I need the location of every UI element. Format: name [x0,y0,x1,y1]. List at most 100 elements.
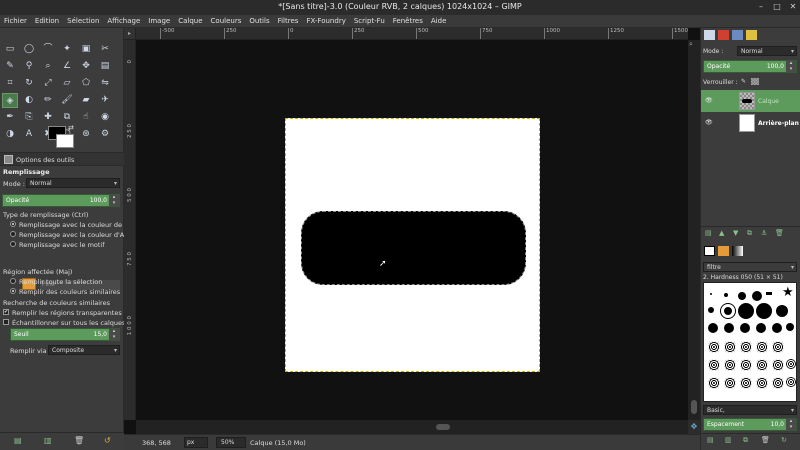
menu-fen-tres[interactable]: Fenêtres [389,15,427,25]
layer-opacity-spinner-icon[interactable]: ▴ ▾ [786,60,796,72]
move-icon[interactable]: ✥ [78,59,94,74]
brush-thumbnail[interactable] [786,377,796,387]
brush-thumbnail[interactable] [708,341,720,353]
restore-options-icon[interactable]: ▥ [44,436,52,445]
brush-thumbnail[interactable] [772,341,784,353]
eye-icon[interactable]: 👁 [705,119,713,126]
opacity-slider[interactable]: Opacité 100,0 ▴ ▾ [2,194,120,207]
brush-thumbnail[interactable] [708,359,720,371]
brush-thumbnail[interactable] [786,359,796,369]
channels-tab-icon[interactable] [718,30,729,40]
warp-icon[interactable]: ⊛ [78,127,94,142]
background-color[interactable] [56,134,74,148]
paths-tab-icon[interactable] [732,30,743,40]
brush-thumbnail[interactable] [772,377,784,389]
paths-icon[interactable]: ✎ [2,59,18,74]
image-canvas[interactable]: ➚ [285,118,540,372]
zoom-combo[interactable]: 50% [216,437,246,448]
menu-edition[interactable]: Edition [31,15,63,25]
airbrush-icon[interactable]: ✈ [97,93,113,108]
smudge-icon[interactable]: ☝ [78,110,94,125]
flip-icon[interactable]: ⇋ [97,76,113,91]
vertical-scrollbar[interactable]: ⌕ [688,40,700,420]
brush-thumbnail[interactable] [756,359,768,371]
maximize-button[interactable]: □ [772,2,782,11]
dodge-burn-icon[interactable]: ◑ [2,127,18,142]
bucket-fill-icon[interactable]: ◈ [2,93,18,108]
menu-script-fu[interactable]: Script-Fu [350,15,389,25]
brush-preset-combo[interactable]: Basic, ▾ [703,405,797,415]
brush-thumbnail[interactable] [756,341,768,353]
vertical-scroll-thumb[interactable] [691,400,697,414]
ink-icon[interactable]: ✒ [2,110,18,125]
blend-icon[interactable]: ◐ [21,93,37,108]
close-button[interactable]: ✕ [788,2,798,11]
lock-pixels-icon[interactable]: ✎ [741,78,746,85]
rect-select-icon[interactable]: ▭ [2,42,18,57]
area-option-1[interactable]: Remplir des couleurs similaires [10,288,120,296]
lock-alpha-icon[interactable] [751,78,759,85]
brush-thumbnail[interactable] [724,323,734,333]
horizontal-scroll-thumb[interactable] [436,424,450,430]
delete-layer-icon[interactable]: 🗑 [775,229,784,237]
brushes-tab-icon[interactable] [704,246,715,256]
brush-thumbnail[interactable] [756,377,768,389]
new-layer-icon[interactable]: ▤ [705,229,712,237]
brush-thumbnail[interactable] [740,377,752,389]
tool-options-tab[interactable]: Options des outils [0,152,124,166]
menu-outils[interactable]: Outils [245,15,273,25]
new-brush-icon[interactable]: ▥ [725,436,732,444]
swap-colors-icon[interactable]: ⇄ [68,124,74,132]
save-options-icon[interactable]: ▤ [14,436,22,445]
crop-icon[interactable]: ⌗ [2,76,18,91]
clone-icon[interactable]: ⎘ [21,110,37,125]
ellipse-select-icon[interactable]: ◯ [21,42,37,57]
menu-aide[interactable]: Aide [427,15,450,25]
brush-thumbnail[interactable] [786,323,794,331]
measure-icon[interactable]: ∠ [59,59,75,74]
heal-icon[interactable]: ✚ [40,110,56,125]
area-option-0[interactable]: Remplir toute la sélection [10,278,102,286]
brush-thumbnail[interactable] [724,341,736,353]
opacity-spinner-icon[interactable]: ▴ ▾ [109,194,119,206]
gradients-tab-icon[interactable] [732,246,743,256]
fill-transparent-checkbox[interactable]: ✔ Remplir les régions transparentes [3,309,122,317]
menu-affichage[interactable]: Affichage [103,15,144,25]
refresh-brushes-icon[interactable]: ↻ [781,436,787,444]
brush-thumbnail[interactable] [756,323,766,333]
delete-brush-icon[interactable]: 🗑 [761,436,770,444]
horizontal-scrollbar[interactable] [136,420,688,434]
color-picker-icon[interactable]: ⚲ [21,59,37,74]
color-select-icon[interactable]: ▣ [78,42,94,57]
brush-thumbnail[interactable] [724,377,736,389]
layer-mode-combo[interactable]: Normal ▾ [737,46,797,56]
brush-thumbnail[interactable] [720,303,736,319]
minimize-button[interactable]: – [756,2,766,11]
menu-filtres[interactable]: Filtres [274,15,303,25]
brush-thumbnail[interactable] [708,307,714,313]
brush-thumbnail[interactable] [776,305,788,317]
menu-image[interactable]: Image [144,15,174,25]
fill-by-combo[interactable]: Composite ▾ [48,345,120,355]
eye-icon[interactable]: 👁 [705,97,713,104]
unit-combo[interactable]: px [184,437,208,448]
free-select-icon[interactable]: ⌒ [40,42,56,57]
delete-options-icon[interactable]: 🗑 [74,436,84,445]
raise-layer-icon[interactable]: ▲ [719,229,724,237]
zoom-fit-icon[interactable]: ⌕ [689,40,693,49]
zoom-icon[interactable]: ⌕ [40,59,56,74]
brush-thumbnail[interactable] [772,359,784,371]
lower-layer-icon[interactable]: ▼ [733,229,738,237]
text-icon[interactable]: A [21,127,37,142]
brush-thumbnail[interactable] [740,341,752,353]
scissors-icon[interactable]: ✂ [97,42,113,57]
sample-merged-checkbox[interactable]: Échantillonner sur tous les calques [3,319,125,327]
brush-thumbnail[interactable] [710,293,712,295]
menu-couleurs[interactable]: Couleurs [207,15,246,25]
layer-row[interactable]: 👁 Calque [701,90,800,112]
undo-tab-icon[interactable] [746,30,757,40]
brush-thumbnail[interactable] [756,303,772,319]
mode-combo[interactable]: Normal ▾ [26,178,120,188]
brush-thumbnail[interactable] [740,359,752,371]
rotate-icon[interactable]: ↻ [21,76,37,91]
